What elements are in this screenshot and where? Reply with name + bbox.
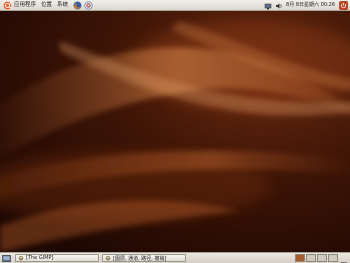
- bottom-panel: [The GIMP] [图层, 通道, 路径, 撤销]: [0, 252, 350, 263]
- taskbar-button-gimp[interactable]: [The GIMP]: [15, 254, 99, 262]
- help-icon[interactable]: [84, 0, 93, 10]
- workspace-1[interactable]: [295, 254, 305, 262]
- workspace-2[interactable]: [306, 254, 316, 262]
- trash-icon[interactable]: [340, 254, 347, 263]
- taskbar-label: [图层, 通道, 路径, 撤销]: [113, 255, 167, 262]
- system-tray: 8月 8日星期六 00:26: [264, 0, 348, 11]
- workspace-3[interactable]: [317, 254, 327, 262]
- gimp-icon: [18, 255, 24, 261]
- firefox-icon[interactable]: [73, 1, 82, 10]
- menu-system[interactable]: 系统: [57, 0, 68, 11]
- menu-applications[interactable]: 应用程序: [14, 0, 36, 11]
- menu-places[interactable]: 位置: [41, 0, 52, 11]
- taskbar-button-gimp-dock[interactable]: [图层, 通道, 路径, 撤销]: [102, 254, 186, 262]
- volume-icon[interactable]: [275, 2, 283, 10]
- show-desktop-icon[interactable]: [2, 254, 11, 263]
- taskbar-label: [The GIMP]: [26, 255, 54, 261]
- workspace-4[interactable]: [328, 254, 338, 262]
- clock[interactable]: 8月 8日星期六 00:26: [286, 0, 335, 11]
- desktop[interactable]: [0, 11, 350, 252]
- screen: 应用程序 位置 系统 8月 8日星期六 00:26 [The GIMP] [图层…: [0, 0, 350, 263]
- workspace-switcher: [294, 254, 347, 263]
- power-icon[interactable]: [339, 1, 348, 10]
- ubuntu-logo-icon[interactable]: [2, 1, 12, 10]
- wallpaper: [0, 11, 350, 252]
- top-panel: 应用程序 位置 系统 8月 8日星期六 00:26: [0, 0, 350, 11]
- network-icon[interactable]: [264, 2, 272, 10]
- gimp-icon: [105, 255, 111, 261]
